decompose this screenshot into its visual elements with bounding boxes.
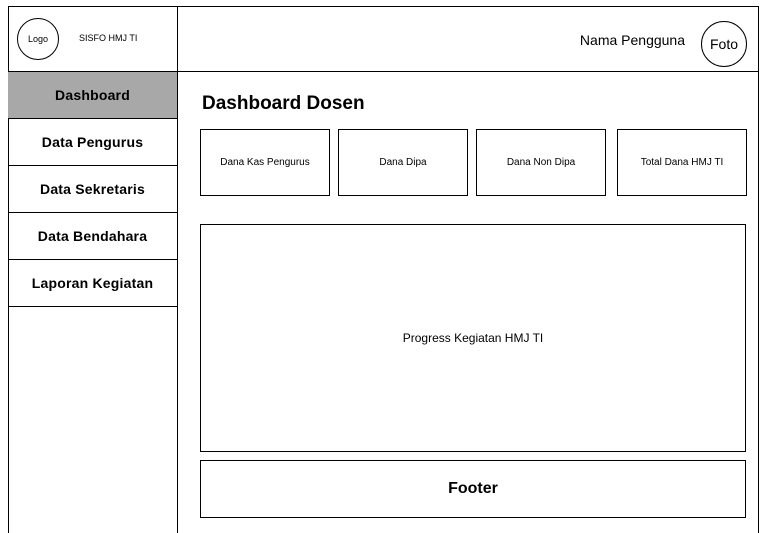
card-dana-kas-pengurus[interactable]: Dana Kas Pengurus xyxy=(200,129,330,196)
sidebar-item-data-sekretaris[interactable]: Data Sekretaris xyxy=(8,166,177,213)
sidebar-item-laporan-kegiatan[interactable]: Laporan Kegiatan xyxy=(8,260,177,307)
logo[interactable]: Logo xyxy=(17,18,59,60)
progress-panel: Progress Kegiatan HMJ TI xyxy=(200,224,746,452)
sidebar-item-data-bendahara[interactable]: Data Bendahara xyxy=(8,213,177,260)
page-title: Dashboard Dosen xyxy=(202,93,365,114)
brand: Logo SISFO HMJ TI xyxy=(8,6,178,72)
card-dana-dipa[interactable]: Dana Dipa xyxy=(338,129,468,196)
card-dana-non-dipa[interactable]: Dana Non Dipa xyxy=(476,129,606,196)
sidebar-item-dashboard[interactable]: Dashboard xyxy=(8,72,177,119)
progress-panel-label: Progress Kegiatan HMJ TI xyxy=(402,331,544,345)
user-name[interactable]: Nama Pengguna xyxy=(580,32,685,48)
avatar[interactable]: Foto xyxy=(701,21,747,67)
header: Nama Pengguna Foto xyxy=(178,6,759,72)
sidebar-item-data-pengurus[interactable]: Data Pengurus xyxy=(8,119,177,166)
app-name: SISFO HMJ TI xyxy=(79,33,138,43)
footer-label: Footer xyxy=(448,480,498,497)
card-total-dana[interactable]: Total Dana HMJ TI xyxy=(617,129,747,196)
footer: Footer xyxy=(200,460,746,518)
sidebar: Dashboard Data Pengurus Data Sekretaris … xyxy=(8,72,178,533)
